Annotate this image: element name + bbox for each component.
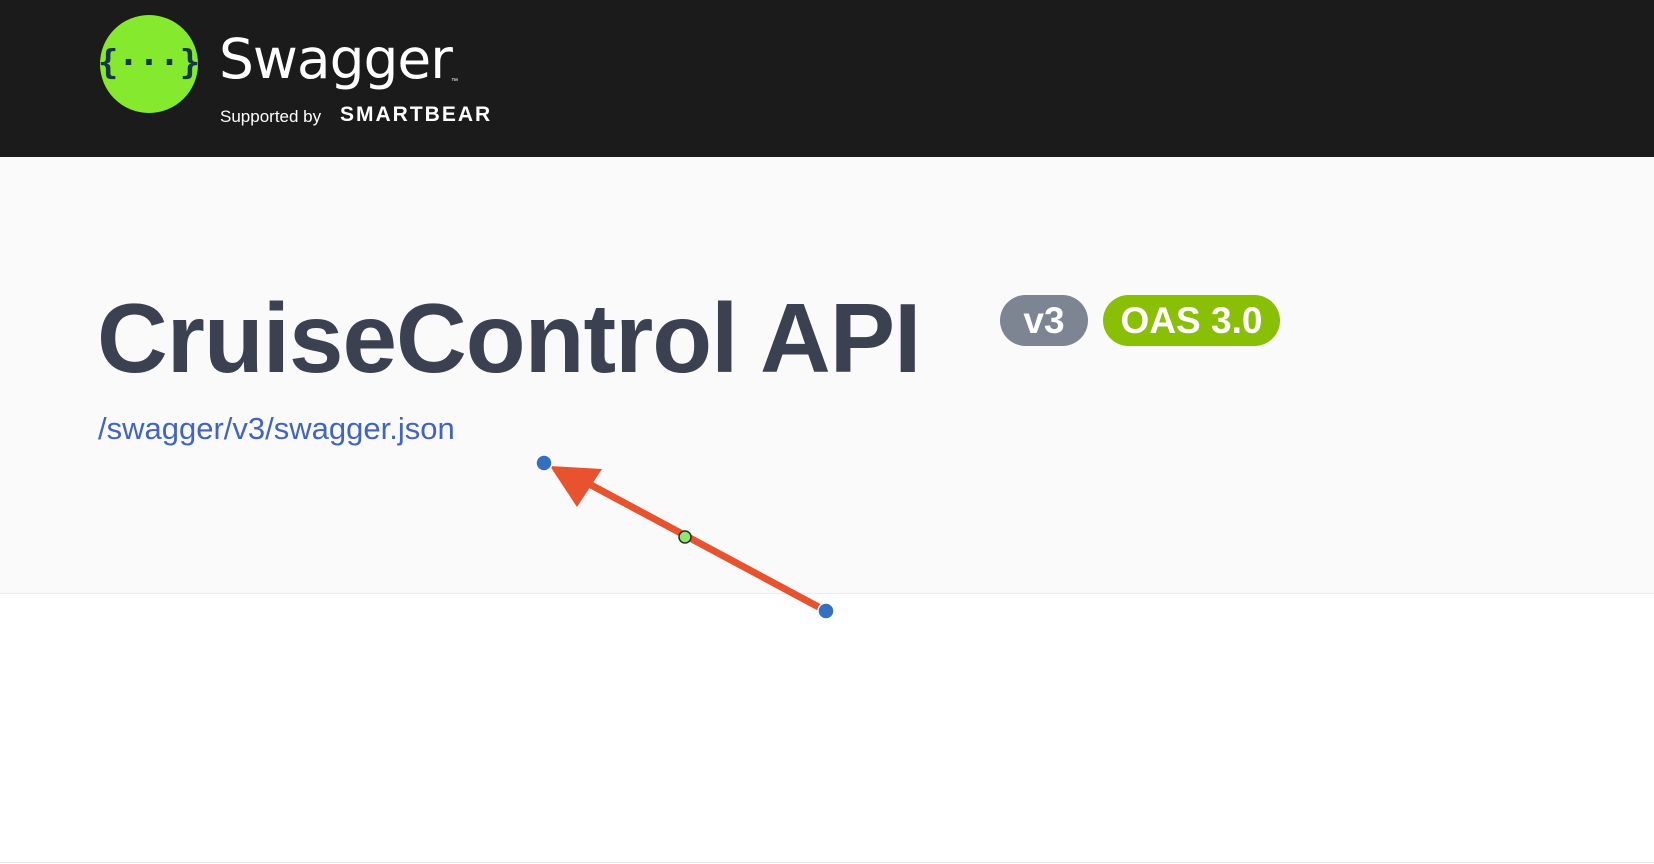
- swagger-braces-icon: {···}: [99, 15, 199, 113]
- logo-glyph: {···}: [99, 43, 199, 83]
- logo-trademark: ™: [451, 78, 458, 85]
- divider: [0, 862, 1654, 863]
- logo-wordmark: Swagger: [219, 27, 453, 91]
- oas-badge: OAS 3.0: [1103, 295, 1280, 346]
- logo-supported-by: Supported by: [220, 107, 322, 126]
- top-bar: {···} Swagger ™ Supported by SMARTBEAR: [0, 0, 1654, 157]
- swagger-logo-link[interactable]: {···} Swagger ™ Supported by SMARTBEAR: [99, 14, 509, 134]
- logo-company: SMARTBEAR: [340, 103, 493, 126]
- version-badge: v3: [1000, 295, 1088, 346]
- arrow-end-handle[interactable]: [817, 602, 835, 620]
- api-title: CruiseControl API: [97, 283, 921, 393]
- spec-url-link[interactable]: /swagger/v3/swagger.json: [98, 413, 455, 444]
- api-info-section: CruiseControl API v3 OAS 3.0 /swagger/v3…: [0, 157, 1654, 594]
